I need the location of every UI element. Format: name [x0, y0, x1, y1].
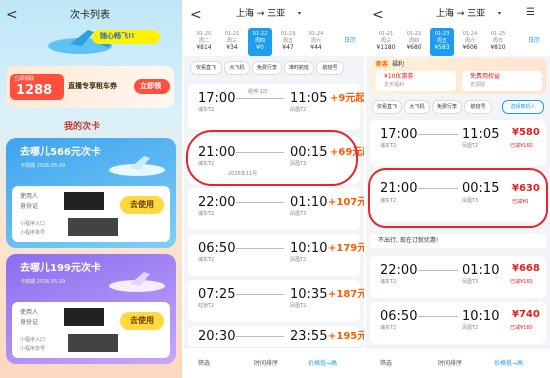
card-list-screen: < 次卡列表 随心畅飞!! 立即领取 1288 直播专享租车券 立即领 我的次卡… — [0, 0, 182, 378]
coupon-card[interactable]: ¥10优惠券 天天福利 — [376, 71, 456, 91]
flight-card[interactable]: 07:25 虹桥T2 10:35 凤凰T2 +187元起 — [188, 280, 364, 322]
plane-icon — [109, 156, 165, 176]
flight-card[interactable]: 22:00 浦东T2 01:10 凤凰T3 ¥668 已减¥160 — [370, 256, 546, 298]
price-sort-button[interactable]: 价格低→高 — [494, 358, 523, 367]
date-cell[interactable]: 01-24 周六 ¥44 — [304, 28, 328, 56]
filter-chip[interactable]: 免费行李 — [432, 100, 462, 114]
filter-chip[interactable]: 准时航班 — [284, 61, 314, 75]
header: < 上海 → 三亚 ▾ — [184, 0, 364, 28]
redacted-block — [68, 218, 118, 236]
plane-icon — [109, 272, 165, 292]
use-card-button[interactable]: 去使用 — [120, 312, 164, 330]
pass-card[interactable]: 去哪儿566元次卡 卡效期 2026.05.09 使用人 身份证 小程序入口 小… — [6, 138, 176, 248]
date-cell[interactable]: 01-21 周三 ¥1180 — [374, 28, 398, 56]
date-cell-selected[interactable]: 01-23 周五 ¥583 — [430, 28, 454, 56]
card-info: 使用人 身份证 小程序入口 小程序单号 去使用 — [12, 186, 170, 242]
pass-card[interactable]: 去哪儿199元次卡 卡效期 2026.05.09 使用人 身份证 小程序入口 小… — [6, 254, 176, 364]
calendar-button[interactable]: 日历 — [344, 38, 356, 44]
benefit-card[interactable]: 免费用权益 去领取 — [462, 71, 542, 91]
date-cell[interactable]: 01-20 周二 ¥814 — [192, 28, 216, 56]
passenger-select[interactable]: 选择乘机人 — [502, 100, 544, 114]
bottom-toolbar: 筛选 时间排序 价格低→高 — [184, 347, 364, 378]
promo-coupon-banner[interactable]: 立即领取 1288 直播专享租车券 立即领 — [6, 66, 174, 108]
filter-button[interactable]: 筛选 — [198, 358, 210, 367]
flight-list-screen-discount: < 上海 → 三亚 ▾ ☰ 01-21 周三 ¥1180 01-22 周四 ¥680 0… — [366, 0, 550, 378]
time-sort-button[interactable]: 时间排序 — [438, 358, 462, 367]
filter-chip[interactable]: 大飞机 — [224, 61, 250, 75]
filter-chip[interactable]: 仅看直飞 — [372, 100, 402, 114]
chevron-down-icon: ▾ — [298, 10, 302, 17]
promo-text: 直播专享租车券 — [68, 82, 117, 90]
back-icon[interactable]: < — [6, 8, 18, 22]
card-info: 使用人 身份证 小程序入口 小程序单号 去使用 — [12, 302, 170, 358]
flight-card[interactable]: 06:50 浦东T2 10:10 凤凰T2 +179元起 — [188, 234, 364, 276]
coupon-amount-badge: 立即领取 1288 — [10, 74, 64, 100]
flight-card[interactable]: 06:50 浦东T2 10:10 凤凰T2 ¥740 已减¥160 — [370, 302, 546, 344]
page-title: 次卡列表 — [70, 10, 110, 21]
card-title: 去哪儿566元次卡 — [20, 147, 101, 158]
flight-card[interactable]: 17:00 浦东T2 经停 1次 11:05 凤凰T2 +9元起 — [188, 84, 364, 130]
back-icon[interactable]: < — [372, 8, 384, 22]
filter-chip[interactable]: 大飞机 — [404, 100, 430, 114]
route-title[interactable]: 上海 → 三亚 — [236, 10, 285, 19]
date-strip: 01-21 周三 ¥1180 01-22 周四 ¥680 01-23 周五 ¥583 01-… — [366, 28, 550, 56]
redacted-block — [64, 308, 104, 326]
flight-card[interactable]: 22:00 浦东T2 01:10 凤凰T3 +107元起 — [188, 188, 364, 230]
banner-tag: 随心畅飞!! — [92, 30, 160, 44]
flight-card[interactable]: 20:30 23:55 +195元起 — [188, 326, 364, 348]
date-cell[interactable]: 01-23 周五 ¥47 — [276, 28, 300, 56]
chevron-down-icon: ▾ — [498, 10, 502, 17]
redacted-block — [64, 192, 104, 210]
header: < 上海 → 三亚 ▾ ☰ — [366, 0, 550, 28]
benefit-banner: 新客 福利 ¥10优惠券 天天福利 免费用权益 去领取 — [370, 58, 546, 94]
card-title: 去哪儿199元次卡 — [20, 263, 101, 274]
menu-icon[interactable]: ☰ — [526, 8, 535, 18]
flight-card[interactable]: 17:00 浦东T2 11:05 凤凰T2 ¥580 已减¥160 — [370, 120, 546, 166]
date-strip: 01-20 周二 ¥814 01-21 周三 ¥34 01-22 周四 ¥0 01-23 周五… — [184, 28, 364, 56]
card-validity: 卡效期 2026.05.09 — [20, 279, 66, 285]
time-sort-button[interactable]: 时间排序 — [254, 358, 278, 367]
date-cell[interactable]: 01-24 周六 ¥606 — [458, 28, 482, 56]
price-sort-button[interactable]: 价格低→高 — [308, 358, 337, 367]
bottom-toolbar: 筛选 时间排序 价格低→高 — [366, 347, 550, 378]
highlight-oval — [186, 130, 358, 186]
flight-list-screen: < 上海 → 三亚 ▾ 01-20 周二 ¥814 01-21 周三 ¥34 01-22… — [184, 0, 364, 378]
highlight-oval — [368, 168, 548, 228]
claim-button[interactable]: 立即领 — [134, 79, 170, 94]
date-cell[interactable]: 01-22 周四 ¥680 — [402, 28, 426, 56]
card-validity: 卡效期 2026.05.09 — [20, 163, 66, 169]
redacted-block — [68, 334, 118, 352]
calendar-button[interactable]: 日历 — [528, 38, 540, 44]
filter-chip[interactable]: 免费行李 — [252, 61, 282, 75]
date-cell[interactable]: 01-25 周日 ¥810 — [486, 28, 510, 56]
filter-button[interactable]: 筛选 — [380, 358, 392, 367]
filter-chip[interactable]: 航班号 — [316, 61, 344, 75]
back-icon[interactable]: < — [190, 8, 202, 22]
date-cell[interactable]: 01-21 周三 ¥34 — [220, 28, 244, 56]
route-title[interactable]: 上海 → 三亚 — [436, 10, 485, 19]
promo-notice: 不出行, 现在订就优惠! — [370, 234, 546, 248]
filter-chip[interactable]: 仅看直飞 — [190, 61, 222, 75]
date-cell-selected[interactable]: 01-22 周四 ¥0 — [248, 28, 272, 56]
use-card-button[interactable]: 去使用 — [120, 196, 164, 214]
filter-chip[interactable]: 航班号 — [464, 100, 492, 114]
section-title: 我的次卡 — [64, 122, 101, 132]
